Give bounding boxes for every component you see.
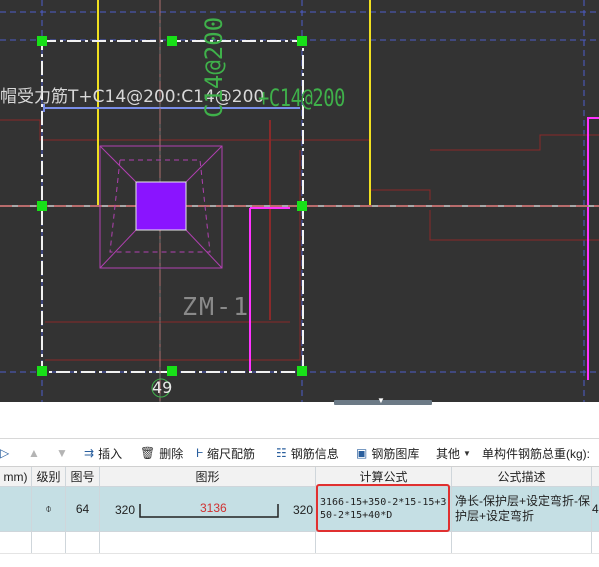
chevron-down-icon: ▼ <box>463 448 471 458</box>
grip-point[interactable] <box>297 366 307 376</box>
arrow-up-icon: ▲ <box>28 446 40 460</box>
rebar-label-vertical: C14@200 <box>200 16 228 118</box>
rebar-label-right: +C14@200 <box>258 84 346 112</box>
drawing-canvas[interactable]: 帽受力筋T+C14@200:C14@200 +C14@200 C14@200 Z… <box>0 0 599 402</box>
outline <box>429 210 599 241</box>
grip-point[interactable] <box>167 366 177 376</box>
trash-icon: 🗑 <box>140 446 156 460</box>
header-diameter: mm) <box>0 467 32 486</box>
header-formula-desc: 公式描述 <box>452 467 592 486</box>
cell-formula-desc[interactable]: 净长-保护层+设定弯折-保护层+设定弯折 <box>452 487 592 531</box>
column-cap <box>99 229 137 269</box>
cell-empty[interactable] <box>32 532 66 553</box>
rebar-line <box>587 117 599 380</box>
outline <box>0 119 431 200</box>
column[interactable] <box>135 181 187 231</box>
info-icon: ☷ <box>276 446 287 460</box>
grip-point[interactable] <box>37 201 47 211</box>
header-shape: 图形 <box>100 467 316 486</box>
insert-label: 插入 <box>98 446 123 461</box>
header-fig-no: 图号 <box>66 467 100 486</box>
header-grade: 级别 <box>32 467 66 486</box>
table-header: mm) 级别 图号 图形 计算公式 公式描述 <box>0 466 599 487</box>
rebar-info-label: 钢筋信息 <box>290 446 339 461</box>
grip-point[interactable] <box>167 36 177 46</box>
grip-point[interactable] <box>37 366 47 376</box>
grip-point[interactable] <box>297 201 307 211</box>
arrow-down-icon: ▼ <box>56 446 68 460</box>
shape-main-length: 3136 <box>200 501 227 515</box>
outline <box>430 134 599 151</box>
cell-diameter[interactable] <box>0 487 32 531</box>
cell-overflow[interactable]: 4 <box>592 487 599 531</box>
rebar-info-button[interactable]: ☷ 钢筋信息 <box>276 439 339 467</box>
table-row[interactable]: ⌽ 64 320 3136 320 3166-15+350-2*15-15+35… <box>0 487 599 532</box>
cell-grade[interactable]: ⌽ <box>32 487 66 531</box>
rebar-toolbar: ▷ ▲ ▼ ⇉ 插入 🗑 删除 Ⱶ 缩尺配筋 ☷ 钢筋信息 ▣ 钢筋图库 其他 ▼ 单构件钢… <box>0 438 599 467</box>
cell-empty[interactable] <box>452 532 592 553</box>
delete-button[interactable]: 🗑 删除 <box>140 439 183 467</box>
cell-empty[interactable] <box>0 532 32 553</box>
insert-icon: ⇉ <box>84 446 95 460</box>
delete-label: 删除 <box>159 446 184 461</box>
header-overflow <box>592 467 599 486</box>
cad-drawing <box>0 0 599 402</box>
rebar-library-label: 钢筋图库 <box>371 446 420 461</box>
scale-rebar-button[interactable]: Ⱶ 缩尺配筋 <box>196 439 255 467</box>
rebar-table: mm) 级别 图号 图形 计算公式 公式描述 ⌽ 64 320 3136 320… <box>0 466 599 567</box>
move-down-button[interactable]: ▼ <box>56 439 72 467</box>
column-cap <box>99 145 137 183</box>
shape-left-length: 320 <box>115 503 136 517</box>
cell-fig-no[interactable]: 64 <box>66 487 100 531</box>
table-row-empty[interactable] <box>0 532 599 554</box>
column-cap <box>185 229 223 269</box>
cell-empty[interactable] <box>100 532 316 553</box>
expand-button[interactable]: ▷ <box>0 439 13 467</box>
total-weight-label: 单构件钢筋总重(kg): <box>482 446 591 461</box>
column-cap <box>185 145 223 183</box>
collapse-arrow-icon[interactable]: ▼ <box>377 397 385 405</box>
other-menu-button[interactable]: 其他 ▼ <box>436 439 471 467</box>
shape-right-length: 320 <box>293 503 314 517</box>
axis-label: 49 <box>152 378 173 397</box>
library-icon: ▣ <box>356 446 368 460</box>
grip-point[interactable] <box>297 36 307 46</box>
column-cap-label: ZM-1 <box>182 292 251 321</box>
cell-shape[interactable]: 320 3136 320 <box>100 487 316 531</box>
grip-point[interactable] <box>37 36 47 46</box>
other-label: 其他 <box>436 446 461 461</box>
insert-button[interactable]: ⇉ 插入 <box>84 439 122 467</box>
scale-rebar-label: 缩尺配筋 <box>206 446 255 461</box>
cell-empty[interactable] <box>316 532 452 553</box>
ruler-icon: Ⱶ <box>196 446 203 460</box>
cell-empty[interactable] <box>66 532 100 553</box>
cell-formula[interactable]: 3166-15+350-2*15-15+350-2*15+40*D <box>316 487 452 531</box>
header-formula: 计算公式 <box>316 467 452 486</box>
panel-separator <box>0 402 599 438</box>
rebar-library-button[interactable]: ▣ 钢筋图库 <box>356 439 419 467</box>
bar-right-icon: ▷ <box>0 446 10 460</box>
move-up-button[interactable]: ▲ <box>28 439 44 467</box>
